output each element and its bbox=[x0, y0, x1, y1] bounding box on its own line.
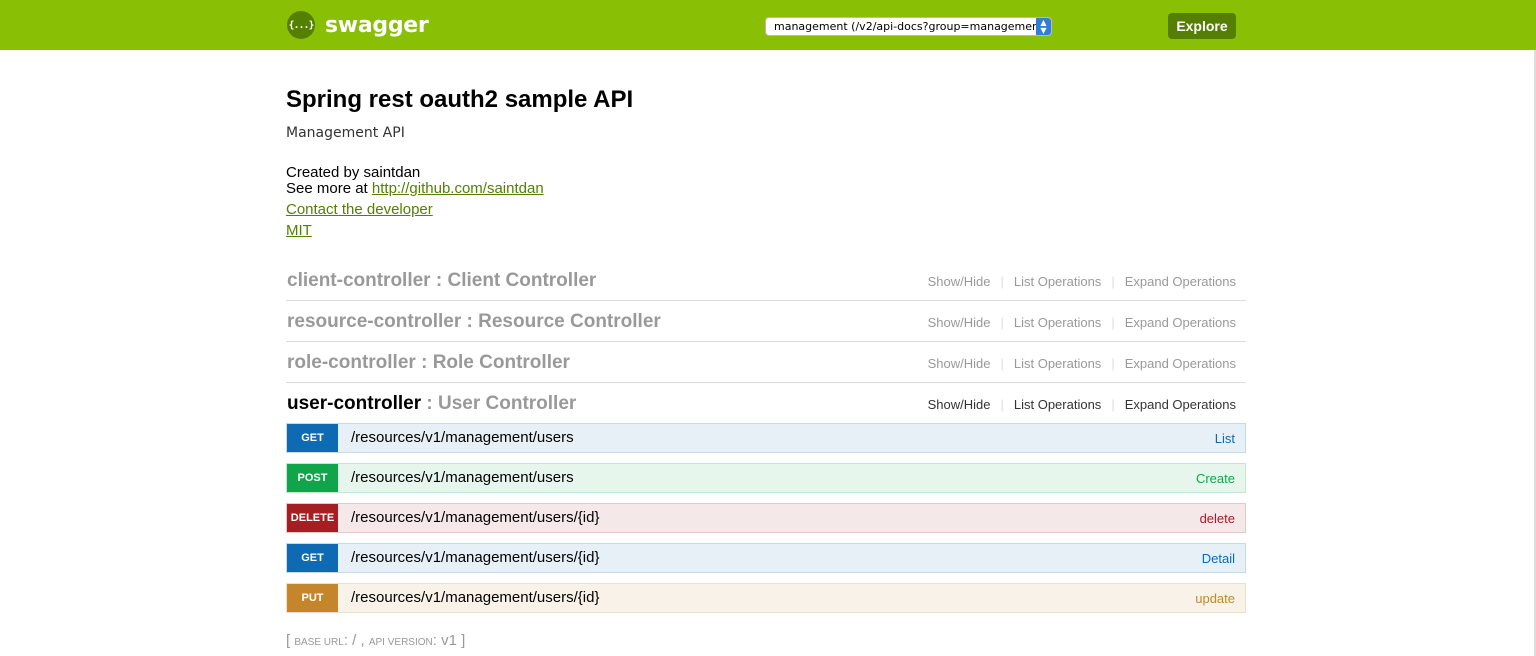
controller-separator: : bbox=[421, 393, 438, 414]
show-hide-link[interactable]: Show/Hide bbox=[928, 274, 991, 289]
operation-row[interactable]: PUT /resources/v1/management/users/{id} … bbox=[286, 583, 1246, 613]
operation-summary[interactable]: Create bbox=[1196, 471, 1235, 486]
created-by: Created by saintdan bbox=[286, 164, 421, 181]
expand-operations-link[interactable]: Expand Operations bbox=[1125, 315, 1236, 330]
contact-developer-link[interactable]: Contact the developer bbox=[286, 201, 433, 218]
show-hide-link[interactable]: Show/Hide bbox=[928, 356, 991, 371]
controller-separator: : bbox=[430, 270, 448, 291]
controller-separator: : bbox=[461, 311, 479, 332]
see-more-prefix: See more at bbox=[286, 180, 372, 197]
base-url-label: base url bbox=[294, 637, 344, 648]
expand-operations-link[interactable]: Expand Operations bbox=[1125, 274, 1236, 289]
api-description: Management API bbox=[286, 125, 405, 141]
list-operations-link[interactable]: List Operations bbox=[1014, 274, 1101, 289]
controller-heading[interactable]: resource-controller : Resource Controlle… bbox=[287, 311, 661, 333]
operation-path[interactable]: /resources/v1/management/users bbox=[351, 469, 574, 486]
operation-row[interactable]: GET /resources/v1/management/users/{id} … bbox=[286, 543, 1246, 573]
controller-actions: Show/Hide | List Operations | Expand Opera… bbox=[927, 356, 1236, 371]
swagger-logo-icon: {...} bbox=[287, 11, 315, 39]
controller-description: User Controller bbox=[437, 393, 577, 414]
footer-close-bracket: ] bbox=[456, 632, 466, 649]
controller-client: client-controller : Client Controller Sh… bbox=[286, 260, 1246, 301]
license-link[interactable]: MIT bbox=[286, 222, 312, 239]
controller-heading[interactable]: user-controller : User Controller bbox=[287, 393, 576, 415]
operation-summary[interactable]: update bbox=[1195, 591, 1235, 606]
github-link[interactable]: http://github.com/saintdan bbox=[372, 180, 544, 197]
api-version-label: api version bbox=[368, 637, 433, 648]
operation-path[interactable]: /resources/v1/management/users bbox=[351, 429, 574, 446]
controller-name: role-controller bbox=[287, 352, 416, 373]
show-hide-link[interactable]: Show/Hide bbox=[928, 315, 991, 330]
see-more-line: See more at http://github.com/saintdan bbox=[286, 180, 544, 197]
controller-role: role-controller : Role Controller Show/H… bbox=[286, 342, 1246, 383]
swagger-logo[interactable]: {...} swagger bbox=[287, 11, 429, 39]
controller-heading[interactable]: client-controller : Client Controller bbox=[287, 270, 596, 292]
controller-name: user-controller bbox=[287, 393, 422, 414]
base-url-footer: [ base url: / , api version: v1 ] bbox=[286, 632, 465, 649]
select-updown-icon: ▲ ▼ bbox=[1036, 18, 1051, 35]
operation-path[interactable]: /resources/v1/management/users/{id} bbox=[351, 509, 599, 526]
expand-operations-link[interactable]: Expand Operations bbox=[1125, 397, 1236, 412]
controller-description: Resource Controller bbox=[478, 311, 661, 332]
list-operations-link[interactable]: List Operations bbox=[1014, 356, 1101, 371]
http-method-badge[interactable]: DELETE bbox=[287, 504, 338, 532]
http-method-badge[interactable]: PUT bbox=[287, 584, 338, 612]
operation-row[interactable]: POST /resources/v1/management/users Crea… bbox=[286, 463, 1246, 493]
controller-heading[interactable]: role-controller : Role Controller bbox=[287, 352, 570, 374]
api-group-select[interactable]: management (/v2/api-docs?group=managemen… bbox=[765, 17, 1052, 36]
operation-path[interactable]: /resources/v1/management/users/{id} bbox=[351, 549, 599, 566]
operation-row[interactable]: DELETE /resources/v1/management/users/{i… bbox=[286, 503, 1246, 533]
controller-actions: Show/Hide | List Operations | Expand Opera… bbox=[927, 397, 1236, 412]
controller-actions: Show/Hide | List Operations | Expand Opera… bbox=[927, 315, 1236, 330]
operation-path[interactable]: /resources/v1/management/users/{id} bbox=[351, 589, 599, 606]
operation-summary[interactable]: delete bbox=[1200, 511, 1235, 526]
controller-description: Role Controller bbox=[432, 352, 570, 373]
page-title: Spring rest oauth2 sample API bbox=[286, 86, 634, 113]
controller-description: Client Controller bbox=[447, 270, 597, 291]
controller-actions: Show/Hide | List Operations | Expand Opera… bbox=[927, 274, 1236, 289]
license-line: MIT bbox=[286, 222, 312, 239]
controller-user: user-controller : User Controller Show/H… bbox=[286, 383, 1246, 424]
controller-name: client-controller bbox=[287, 270, 431, 291]
base-url-value: : / , bbox=[343, 632, 369, 649]
operation-row[interactable]: GET /resources/v1/management/users List bbox=[286, 423, 1246, 453]
controller-separator: : bbox=[415, 352, 433, 373]
show-hide-link[interactable]: Show/Hide bbox=[928, 397, 991, 412]
list-operations-link[interactable]: List Operations bbox=[1014, 397, 1101, 412]
api-version-value: : v1 bbox=[432, 632, 457, 649]
controller-resource: resource-controller : Resource Controlle… bbox=[286, 301, 1246, 342]
explore-button[interactable]: Explore bbox=[1168, 13, 1236, 39]
controller-name: resource-controller bbox=[287, 311, 462, 332]
operation-summary[interactable]: List bbox=[1215, 431, 1235, 446]
operation-summary[interactable]: Detail bbox=[1202, 551, 1235, 566]
list-operations-link[interactable]: List Operations bbox=[1014, 315, 1101, 330]
expand-operations-link[interactable]: Expand Operations bbox=[1125, 356, 1236, 371]
http-method-badge[interactable]: GET bbox=[287, 544, 338, 572]
contact-line: Contact the developer bbox=[286, 201, 433, 218]
top-bar: {...} swagger management (/v2/api-docs?g… bbox=[0, 0, 1536, 50]
http-method-badge[interactable]: POST bbox=[287, 464, 338, 492]
http-method-badge[interactable]: GET bbox=[287, 424, 338, 452]
api-group-select-value: management (/v2/api-docs?group=managemen… bbox=[774, 20, 1048, 33]
logo-text: swagger bbox=[325, 12, 429, 38]
